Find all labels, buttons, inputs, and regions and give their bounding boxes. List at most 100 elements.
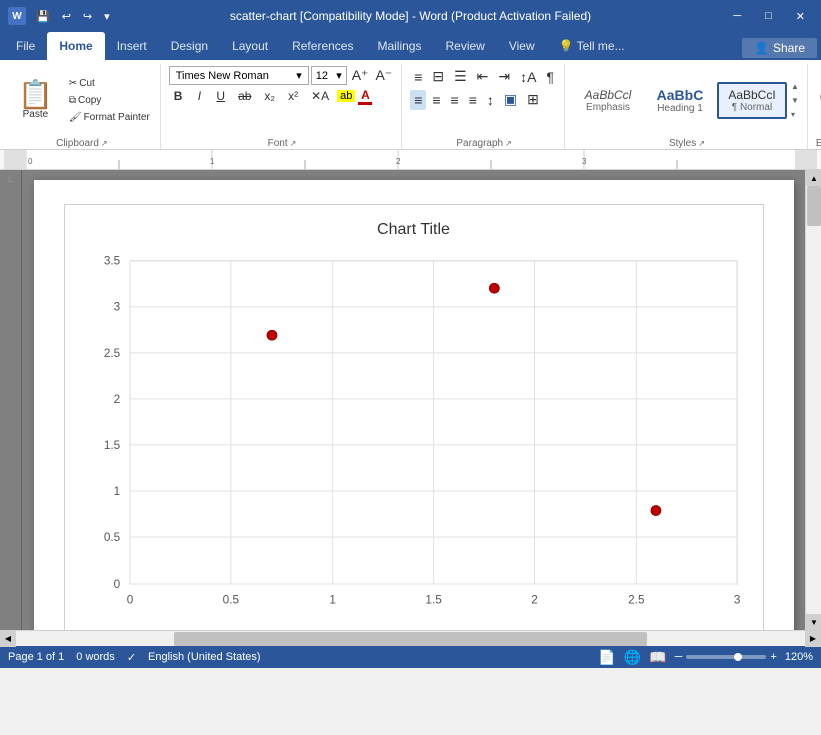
- font-shrink-button[interactable]: A⁻: [372, 67, 395, 84]
- share-button[interactable]: 👤 Share: [742, 38, 817, 58]
- font-expand-icon[interactable]: ↗: [290, 139, 297, 148]
- svg-text:1.5: 1.5: [103, 439, 120, 452]
- svg-text:2: 2: [396, 157, 401, 166]
- tab-mailings[interactable]: Mailings: [365, 32, 433, 60]
- scroll-right-button[interactable]: ▶: [805, 631, 821, 647]
- copy-button[interactable]: ⧉ Copy: [65, 93, 154, 108]
- clipboard-expand-icon[interactable]: ↗: [101, 139, 108, 148]
- decrease-indent-button[interactable]: ⇤: [473, 66, 493, 87]
- svg-text:1.5: 1.5: [425, 594, 442, 607]
- tab-design[interactable]: Design: [159, 32, 220, 60]
- superscript-button[interactable]: x²: [283, 87, 303, 105]
- read-mode-button[interactable]: 📖: [649, 649, 666, 666]
- align-right-button[interactable]: ≡: [447, 90, 463, 110]
- tab-review[interactable]: Review: [433, 32, 496, 60]
- style-emphasis[interactable]: AaBbCcl Emphasis: [573, 82, 643, 119]
- scroll-track[interactable]: [806, 186, 821, 614]
- line-spacing-button[interactable]: ↕: [483, 90, 498, 110]
- svg-text:3: 3: [113, 301, 120, 314]
- redo-button[interactable]: ↪: [79, 8, 96, 25]
- svg-text:2.5: 2.5: [628, 594, 645, 607]
- customize-quick-access-button[interactable]: ▾: [100, 8, 114, 25]
- zoom-out-button[interactable]: ─: [675, 651, 683, 663]
- subscript-button[interactable]: x₂: [259, 87, 280, 105]
- scroll-down-button[interactable]: ▼: [806, 614, 821, 630]
- paste-button[interactable]: 📋 Paste: [10, 66, 61, 134]
- scissors-icon: ✂: [69, 78, 77, 89]
- ruler: 0 1 2 3: [0, 150, 821, 170]
- emphasis-preview: AaBbCcl: [583, 88, 633, 102]
- svg-text:0.5: 0.5: [222, 594, 239, 607]
- strikethrough-button[interactable]: ab: [233, 87, 256, 105]
- chart-area: 3.5 3 2.5 2 1.5 1 0.5 0 0 0.5 1 1.5: [81, 251, 747, 626]
- align-left-button[interactable]: ≡: [410, 90, 426, 110]
- web-layout-button[interactable]: 🌐: [624, 649, 641, 666]
- cut-button[interactable]: ✂ Cut: [65, 76, 154, 91]
- svg-text:3.5: 3.5: [103, 255, 120, 268]
- save-button[interactable]: 💾: [32, 8, 54, 25]
- style-normal[interactable]: AaBbCcI ¶ Normal: [717, 82, 787, 119]
- italic-button[interactable]: I: [190, 87, 208, 105]
- increase-indent-button[interactable]: ⇥: [494, 66, 514, 87]
- format-painter-button[interactable]: 🖌 Format Painter: [65, 110, 154, 125]
- zoom-in-button[interactable]: +: [770, 651, 776, 663]
- tab-tell-me[interactable]: 💡 Tell me...: [547, 32, 637, 60]
- chart-container[interactable]: Chart Title: [64, 204, 764, 630]
- shading-button[interactable]: ▣: [500, 89, 521, 110]
- align-center-button[interactable]: ≡: [428, 90, 444, 110]
- clear-format-button[interactable]: ✕A: [306, 87, 334, 105]
- style-heading1[interactable]: AaBbC Heading 1: [645, 81, 715, 120]
- svg-text:0: 0: [113, 578, 120, 591]
- bold-button[interactable]: B: [169, 87, 188, 105]
- tab-references[interactable]: References: [280, 32, 365, 60]
- tab-insert[interactable]: Insert: [105, 32, 159, 60]
- styles-scroll-down-button[interactable]: ▼: [789, 94, 801, 107]
- font-name-selector[interactable]: Times New Roman ▾: [169, 66, 309, 85]
- paste-icon: 📋: [18, 81, 53, 109]
- minimize-button[interactable]: ─: [725, 6, 749, 26]
- font-color-button[interactable]: A: [358, 88, 372, 105]
- ruler-main: 0 1 2 3: [26, 150, 795, 169]
- justify-button[interactable]: ≡: [465, 90, 481, 110]
- h-scroll-track[interactable]: [16, 631, 805, 646]
- borders-button[interactable]: ⊞: [523, 89, 543, 110]
- font-size-selector[interactable]: 12 ▾: [311, 66, 347, 85]
- styles-more-button[interactable]: ▾: [789, 108, 801, 121]
- proofing-icon[interactable]: ✓: [127, 651, 136, 664]
- restore-button[interactable]: □: [757, 6, 780, 26]
- zoom-level[interactable]: 120%: [785, 651, 813, 663]
- print-layout-button[interactable]: 📄: [598, 649, 615, 666]
- styles-scroll-up-button[interactable]: ▲: [789, 80, 801, 93]
- styles-expand-icon[interactable]: ↗: [698, 139, 705, 148]
- vertical-scrollbar[interactable]: ▲ ▼: [805, 170, 821, 630]
- scroll-thumb[interactable]: [807, 186, 821, 226]
- show-formatting-button[interactable]: ¶: [542, 67, 558, 87]
- paragraph-expand-icon[interactable]: ↗: [505, 139, 512, 148]
- highlight-color-button[interactable]: ab: [337, 90, 355, 102]
- numbering-button[interactable]: ⊟: [428, 66, 448, 87]
- multilevel-button[interactable]: ☰: [450, 66, 471, 87]
- heading-label: Heading 1: [655, 103, 705, 114]
- tab-home[interactable]: Home: [47, 32, 104, 60]
- language[interactable]: English (United States): [148, 651, 261, 663]
- svg-text:2.5: 2.5: [103, 347, 120, 360]
- scroll-up-button[interactable]: ▲: [806, 170, 821, 186]
- undo-button[interactable]: ↩: [58, 8, 75, 25]
- left-sidebar: L: [0, 170, 22, 630]
- tab-file[interactable]: File: [4, 32, 47, 60]
- underline-button[interactable]: U: [211, 87, 230, 105]
- styles-content: AaBbCcl Emphasis AaBbC Heading 1 AaBbCcI…: [573, 64, 801, 136]
- scroll-left-button[interactable]: ◀: [0, 631, 16, 647]
- emphasis-label: Emphasis: [583, 102, 633, 113]
- sort-button[interactable]: ↕A: [516, 67, 540, 87]
- close-button[interactable]: ✕: [788, 6, 813, 27]
- font-grow-button[interactable]: A⁺: [349, 67, 372, 84]
- zoom-track[interactable]: [686, 655, 766, 659]
- bullets-button[interactable]: ≡: [410, 67, 426, 87]
- h-scroll-thumb[interactable]: [174, 632, 647, 646]
- tab-view[interactable]: View: [497, 32, 547, 60]
- clipboard-content: 📋 Paste ✂ Cut ⧉ Copy 🖌 Format Painter: [10, 64, 154, 136]
- tab-layout[interactable]: Layout: [220, 32, 280, 60]
- horizontal-scrollbar[interactable]: ◀ ▶: [0, 630, 821, 646]
- zoom-slider[interactable]: ─ +: [675, 651, 777, 663]
